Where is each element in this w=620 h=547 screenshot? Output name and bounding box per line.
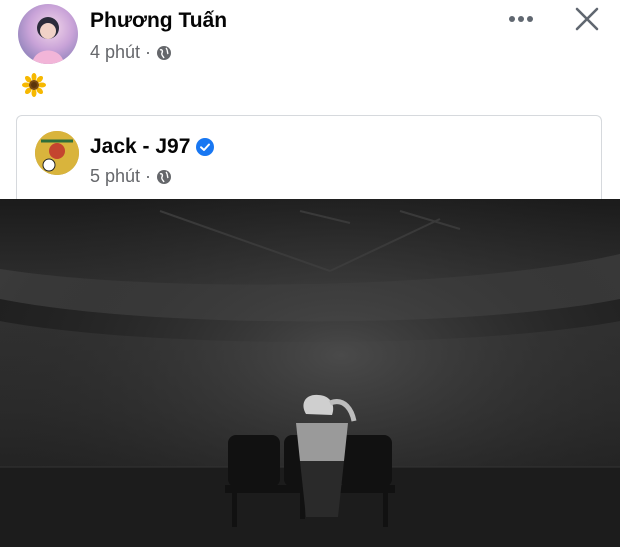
meta-separator: · — [145, 166, 152, 186]
shared-author-name[interactable]: Jack - J97 — [90, 135, 190, 159]
verified-badge-icon — [196, 138, 215, 156]
close-icon[interactable] — [572, 4, 602, 34]
shared-author-name-row: Jack - J97 — [90, 135, 215, 159]
globe-icon — [157, 169, 172, 184]
post-header: Phương Tuấn 4 phút · — [0, 0, 620, 70]
post-time[interactable]: 4 phút — [90, 42, 140, 63]
shared-post-meta: 5 phút · — [90, 166, 172, 187]
shared-author-avatar[interactable] — [35, 131, 79, 175]
author-name[interactable]: Phương Tuấn — [90, 9, 227, 33]
shared-photo[interactable] — [0, 199, 620, 547]
author-avatar[interactable] — [18, 4, 78, 64]
sunflower-icon — [22, 73, 46, 97]
shared-post-time[interactable]: 5 phút — [90, 166, 140, 187]
meta-separator: · — [145, 42, 152, 62]
globe-icon — [157, 45, 172, 60]
more-options-button[interactable] — [506, 8, 536, 30]
post-meta: 4 phút · — [90, 42, 172, 63]
